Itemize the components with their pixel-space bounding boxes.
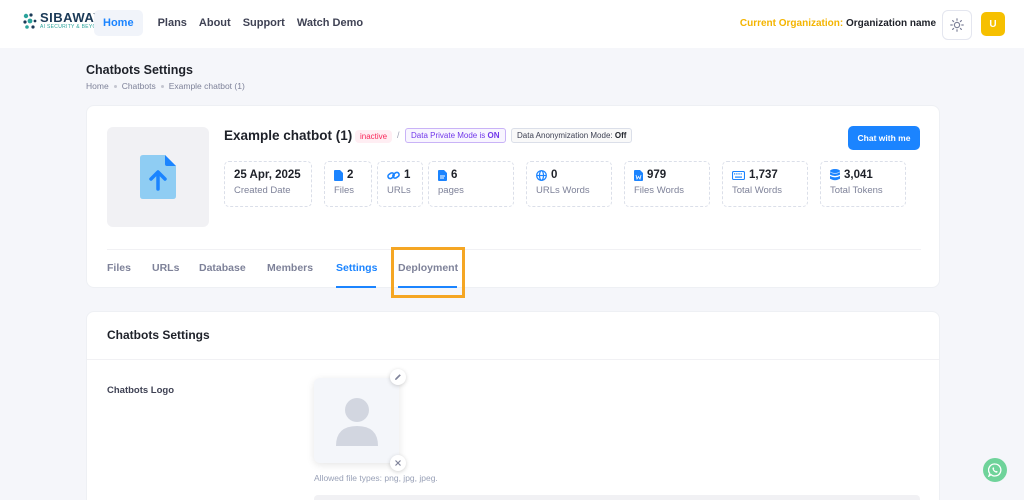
stat-urls: 1 URLs xyxy=(377,161,423,207)
chatbot-logo-preview[interactable] xyxy=(314,378,399,463)
nav-plans[interactable]: Plans xyxy=(158,10,187,36)
stat-value: 1 xyxy=(404,169,411,181)
main-nav: Home Plans About Support Watch Demo xyxy=(94,10,375,36)
stat-files: 2 Files xyxy=(324,161,372,207)
stat-total-words: 1,737 Total Words xyxy=(722,161,808,207)
nav-about[interactable]: About xyxy=(199,10,231,36)
settings-section-title: Chatbots Settings xyxy=(107,328,210,342)
user-avatar-button[interactable]: U xyxy=(981,12,1005,36)
nav-watch-demo[interactable]: Watch Demo xyxy=(297,10,363,36)
stat-value: 6 xyxy=(451,169,458,181)
card-divider xyxy=(107,249,921,250)
database-icon xyxy=(830,169,840,181)
logo-mark-icon xyxy=(23,12,37,29)
pencil-icon xyxy=(395,374,401,380)
stat-label: Total Words xyxy=(732,185,782,196)
organization-name: Organization name xyxy=(845,18,936,29)
stat-label: Files xyxy=(334,185,355,196)
stat-value: 0 xyxy=(551,169,558,181)
sun-icon xyxy=(950,18,964,32)
link-icon xyxy=(387,171,400,179)
stat-urls-words: 0 URLs Words xyxy=(526,161,612,207)
status-badge: inactive xyxy=(355,130,393,143)
stat-label: Files Words xyxy=(634,185,684,196)
tab-members[interactable]: Members xyxy=(267,262,313,274)
word-file-icon xyxy=(634,169,643,181)
stat-files-words: 979 Files Words xyxy=(624,161,710,207)
chatbot-name: Example chatbot (1) xyxy=(224,128,353,143)
stat-value: 2 xyxy=(347,169,354,181)
theme-toggle-button[interactable] xyxy=(942,10,972,40)
current-organization[interactable]: Current Organization: Organization name xyxy=(740,18,936,29)
breadcrumb-separator xyxy=(160,84,164,88)
page-title: Chatbots Settings xyxy=(86,63,193,77)
breadcrumb: Home Chatbots Example chatbot (1) xyxy=(86,81,245,91)
stat-pages: 6 pages xyxy=(428,161,514,207)
chat-with-me-button[interactable]: Chat with me xyxy=(848,126,920,150)
globe-icon xyxy=(536,169,547,181)
top-navbar: SIBAWAY AI SECURITY & BEYOND Home Plans … xyxy=(0,0,1024,48)
chatbot-thumbnail[interactable] xyxy=(107,127,209,227)
nav-home[interactable]: Home xyxy=(94,10,143,36)
edit-logo-button[interactable] xyxy=(390,369,406,385)
anonymization-badge: Data Anonymization Mode: Off xyxy=(511,128,633,143)
stat-value: 1,737 xyxy=(749,169,778,181)
private-mode-text: Data Private Mode is xyxy=(411,131,486,140)
allowed-file-types: Allowed file types: png, jpg, jpeg. xyxy=(314,473,438,483)
file-icon xyxy=(334,169,343,181)
tab-settings-underline xyxy=(336,286,376,288)
remove-logo-button[interactable] xyxy=(390,455,406,471)
chatbot-settings-card: Chatbots Settings Chatbots Logo Allowed … xyxy=(86,311,940,500)
chatbot-logo-label: Chatbots Logo xyxy=(107,385,175,396)
upload-file-icon xyxy=(140,155,176,199)
stat-value: 979 xyxy=(647,169,667,181)
whatsapp-chat-button[interactable] xyxy=(983,458,1007,482)
settings-input-field[interactable] xyxy=(314,495,920,500)
tab-urls[interactable]: URLs xyxy=(152,262,179,274)
stat-value: 25 Apr, 2025 xyxy=(234,169,301,181)
breadcrumb-separator xyxy=(113,84,117,88)
breadcrumb-home[interactable]: Home xyxy=(86,81,109,91)
stat-label: Total Tokens xyxy=(830,185,883,196)
tab-files[interactable]: Files xyxy=(107,262,131,274)
avatar-placeholder-icon xyxy=(335,397,378,446)
nav-support[interactable]: Support xyxy=(243,10,285,36)
anonymization-value: Off xyxy=(614,131,627,140)
whatsapp-icon xyxy=(988,463,1002,477)
stat-label: pages xyxy=(438,185,464,196)
stat-label: URLs xyxy=(387,185,411,196)
keyboard-icon xyxy=(732,170,745,180)
private-mode-badge: Data Private Mode is ON xyxy=(405,128,506,143)
tab-settings[interactable]: Settings xyxy=(336,262,377,274)
breadcrumb-chatbots[interactable]: Chatbots xyxy=(122,81,156,91)
section-divider xyxy=(87,359,939,360)
deployment-tab-highlight xyxy=(391,247,465,298)
stat-label: Created Date xyxy=(234,185,291,196)
close-icon xyxy=(395,460,401,466)
stat-value: 3,041 xyxy=(844,169,873,181)
private-mode-value: ON xyxy=(487,131,500,140)
stat-label: URLs Words xyxy=(536,185,590,196)
tab-database[interactable]: Database xyxy=(199,262,246,274)
stat-total-tokens: 3,041 Total Tokens xyxy=(820,161,906,207)
badge-separator: / xyxy=(397,130,400,140)
organization-label: Current Organization: xyxy=(739,18,844,29)
breadcrumb-current: Example chatbot (1) xyxy=(168,81,245,91)
anonymization-text: Data Anonymization Mode: xyxy=(517,131,613,140)
chatbot-overview-card: Example chatbot (1) inactive / Data Priv… xyxy=(86,105,940,288)
document-icon xyxy=(438,169,447,181)
brand-logo[interactable]: SIBAWAY AI SECURITY & BEYOND xyxy=(22,11,105,30)
stat-created-date: 25 Apr, 2025 Created Date xyxy=(224,161,312,207)
